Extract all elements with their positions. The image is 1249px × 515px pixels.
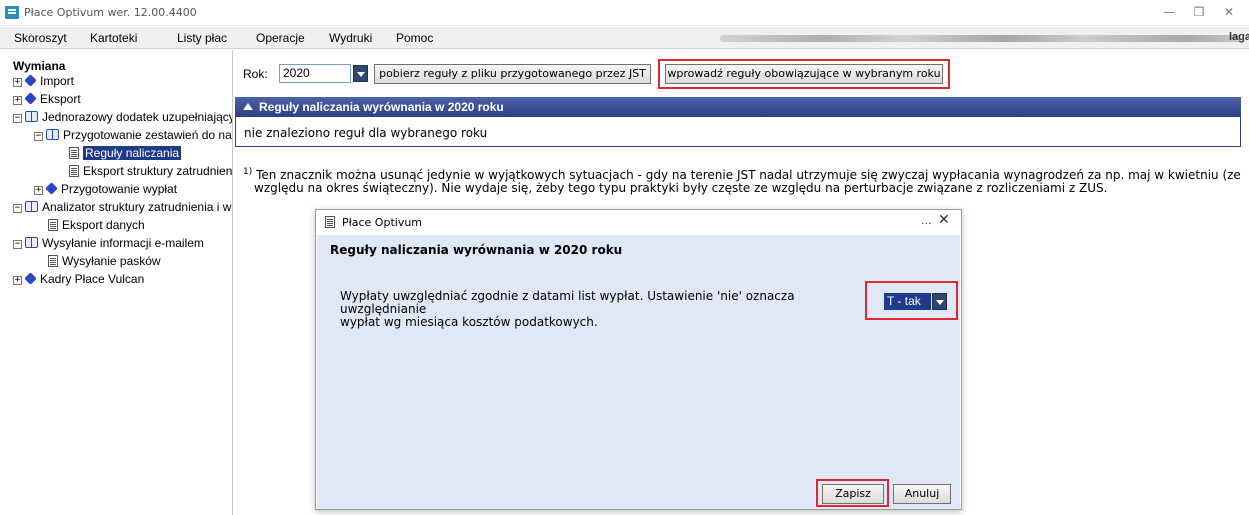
tree-node-import[interactable]: + Import bbox=[13, 74, 74, 90]
expand-icon[interactable]: + bbox=[13, 276, 22, 285]
footnote-marker: 1) bbox=[243, 167, 253, 177]
tree-node-label: Import bbox=[40, 74, 75, 88]
tree-node-label: Kadry Płace Vulcan bbox=[40, 272, 145, 286]
tree-node-label: Eksport danych bbox=[62, 218, 145, 232]
collapse-triangle-icon[interactable] bbox=[243, 103, 253, 110]
tree-node-przygotowanie-wyplat[interactable]: + Przygotowanie wypłat bbox=[34, 182, 177, 198]
gem-icon bbox=[24, 74, 37, 87]
document-icon bbox=[69, 147, 79, 159]
tree-node-wysylanie-informacji[interactable]: − Wysyłanie informacji e-mailem bbox=[13, 236, 204, 252]
gem-icon bbox=[45, 182, 58, 195]
dialog-description: Wypłaty uwzględniać zgodnie z datami lis… bbox=[340, 290, 870, 329]
save-button[interactable]: Zapisz bbox=[822, 484, 884, 504]
expand-icon[interactable]: + bbox=[13, 96, 22, 105]
document-icon bbox=[325, 216, 335, 228]
gem-icon bbox=[24, 92, 37, 105]
redacted-user-info-end: laga bbox=[1229, 31, 1249, 43]
tree-node-label: Przygotowanie wypłat bbox=[61, 182, 178, 196]
tree-node-eksport[interactable]: + Eksport bbox=[13, 92, 81, 108]
redacted-user-info bbox=[720, 35, 1240, 42]
restore-button[interactable]: ❐ bbox=[1184, 3, 1214, 21]
book-icon bbox=[25, 111, 38, 122]
include-payments-select[interactable]: T - tak bbox=[884, 293, 931, 310]
tree-node-label: Eksport bbox=[40, 92, 81, 106]
tree-node-reguly-naliczania[interactable]: Reguły naliczania bbox=[69, 146, 182, 162]
dialog-close-button[interactable]: ✕ bbox=[938, 212, 950, 228]
document-icon bbox=[69, 165, 79, 177]
tree-node-label: Jednorazowy dodatek uzupełniający bbox=[42, 110, 233, 124]
document-icon bbox=[48, 219, 58, 231]
menu-skoroszyt[interactable]: Skoroszyt bbox=[14, 31, 67, 45]
apply-rules-button[interactable]: wprowadź reguły obowiązujące w wybranym … bbox=[665, 64, 943, 84]
dialog-title: Płace Optivum bbox=[342, 216, 423, 229]
expand-icon[interactable]: + bbox=[34, 186, 43, 195]
tree-node-kadry-place-vulcan[interactable]: + Kadry Płace Vulcan bbox=[13, 272, 144, 288]
year-dropdown-arrow-icon[interactable] bbox=[353, 65, 368, 82]
tree-node-wysylanie-paskow[interactable]: Wysyłanie pasków bbox=[48, 254, 161, 270]
book-icon bbox=[25, 201, 38, 212]
tree-node-label: Wysyłanie informacji e-mailem bbox=[42, 236, 204, 250]
tree-node-label: Przygotowanie zestawień do nal bbox=[63, 128, 233, 142]
collapse-icon[interactable]: − bbox=[13, 240, 22, 249]
dialog-body: Reguły naliczania wyrównania w 2020 roku… bbox=[317, 235, 960, 509]
tree-root-wymiana: Wymiana bbox=[13, 59, 66, 73]
dialog-description-line-2: wypłat wg miesiąca kosztów podatkowych. bbox=[340, 315, 598, 329]
collapse-icon[interactable]: − bbox=[13, 204, 22, 213]
minimize-button[interactable]: — bbox=[1154, 3, 1184, 21]
dialog-heading: Reguły naliczania wyrównania w 2020 roku bbox=[330, 243, 623, 257]
book-icon bbox=[46, 129, 59, 140]
menu-kartoteki[interactable]: Kartoteki bbox=[90, 31, 137, 45]
menu-pomoc[interactable]: Pomoc bbox=[396, 31, 433, 45]
dialog-title-bar: Płace Optivum ... ✕ bbox=[316, 210, 961, 234]
section-body: nie znaleziono reguł dla wybranego roku bbox=[235, 117, 1241, 147]
collapse-icon[interactable]: − bbox=[34, 132, 43, 141]
window-title: Płace Optivum wer. 12.00.4400 bbox=[24, 6, 197, 19]
year-select[interactable]: 2020 bbox=[279, 64, 351, 83]
section-title: Reguły naliczania wyrównania w 2020 roku bbox=[259, 100, 504, 114]
cancel-button[interactable]: Anuluj bbox=[893, 484, 951, 504]
menu-listy-plac[interactable]: Listy płac bbox=[177, 31, 227, 45]
menu-wydruki[interactable]: Wydruki bbox=[329, 31, 372, 45]
tree-node-analizator-struktury[interactable]: − Analizator struktury zatrudnienia i w bbox=[13, 200, 231, 216]
section-header[interactable]: Reguły naliczania wyrównania w 2020 roku bbox=[235, 97, 1241, 117]
app-icon bbox=[5, 6, 19, 19]
tree-node-label: Eksport struktury zatrudnieni bbox=[83, 164, 233, 178]
dialog-description-line-1: Wypłaty uwzględniać zgodnie z datami lis… bbox=[340, 289, 795, 316]
collapse-icon[interactable]: − bbox=[13, 114, 22, 123]
menu-bar: Skoroszyt Kartoteki Listy płac Operacje … bbox=[0, 27, 1249, 49]
tree-node-jednorazowy-dodatek[interactable]: − Jednorazowy dodatek uzupełniający bbox=[13, 110, 233, 126]
dialog-more-button[interactable]: ... bbox=[921, 214, 932, 227]
window-title-bar: Płace Optivum wer. 12.00.4400 — ❐ ✕ bbox=[0, 0, 1249, 26]
close-button[interactable]: ✕ bbox=[1214, 3, 1244, 21]
footnote: 1) Ten znacznik można usunąć jedynie w w… bbox=[243, 166, 1243, 195]
tree-node-label: Wysyłanie pasków bbox=[62, 254, 161, 268]
tree-node-label-selected: Reguły naliczania bbox=[83, 146, 182, 160]
book-icon bbox=[25, 237, 38, 248]
tree-node-przygotowanie-zestawien[interactable]: − Przygotowanie zestawień do nal bbox=[34, 128, 233, 144]
footnote-line-2: względu na okres świąteczny). Nie wydaje… bbox=[254, 181, 1108, 195]
document-icon bbox=[48, 255, 58, 267]
tree-node-label: Analizator struktury zatrudnienia i w bbox=[42, 200, 232, 214]
rules-dialog: Płace Optivum ... ✕ Reguły naliczania wy… bbox=[315, 209, 962, 510]
expand-icon[interactable]: + bbox=[13, 78, 22, 87]
gem-icon bbox=[24, 272, 37, 285]
tree-node-eksport-struktury[interactable]: Eksport struktury zatrudnieni bbox=[69, 164, 233, 180]
tree-node-eksport-danych[interactable]: Eksport danych bbox=[48, 218, 145, 234]
fetch-rules-button[interactable]: pobierz reguły z pliku przygotowanego pr… bbox=[374, 64, 651, 84]
footnote-line-1: Ten znacznik można usunąć jedynie w wyją… bbox=[256, 168, 1241, 182]
navigation-tree: Wymiana + Import + Eksport − Jednorazowy do… bbox=[0, 50, 233, 515]
select-dropdown-arrow-icon[interactable] bbox=[932, 293, 947, 310]
rok-label: Rok: bbox=[243, 67, 268, 81]
menu-operacje[interactable]: Operacje bbox=[256, 31, 305, 45]
no-rules-message: nie znaleziono reguł dla wybranego roku bbox=[244, 126, 488, 140]
